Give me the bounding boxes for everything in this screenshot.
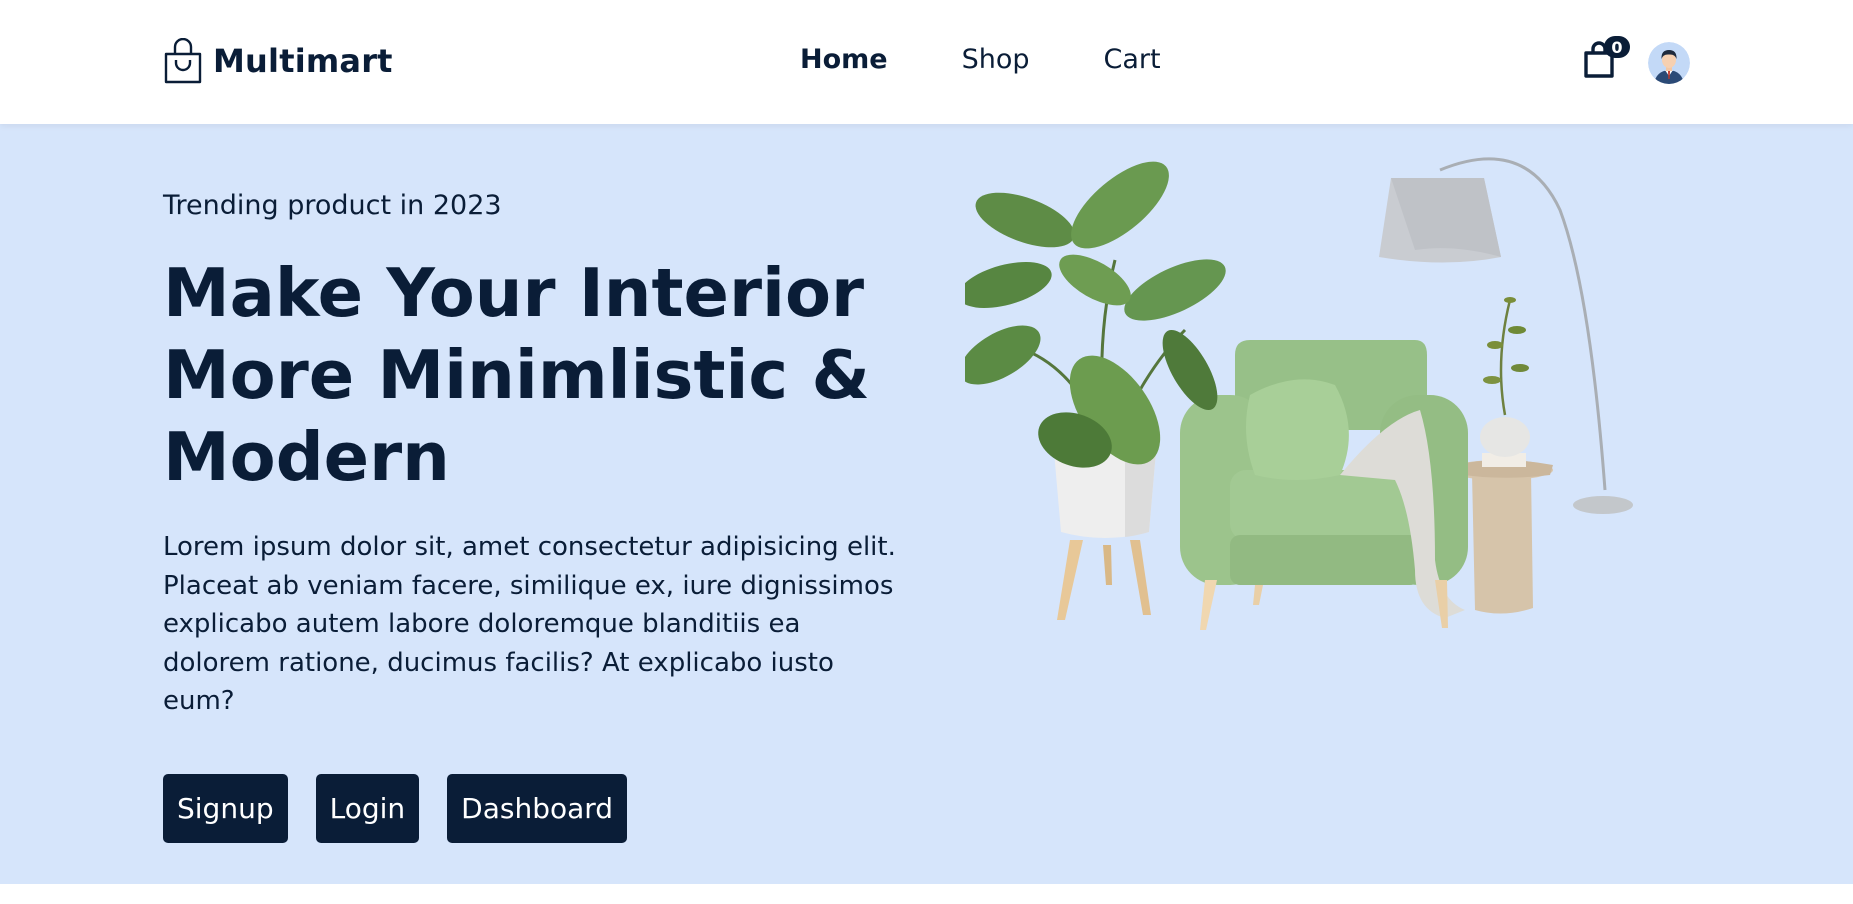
side-table (1472, 473, 1533, 614)
cart-button[interactable]: 0 (1578, 36, 1630, 86)
hero-title: Make Your Interior More Minimlistic & Mo… (163, 254, 870, 496)
nav-home[interactable]: Home (800, 44, 888, 75)
dashboard-button[interactable]: Dashboard (447, 774, 628, 843)
hero-furniture-image (965, 157, 1633, 630)
shopping-bag-icon (164, 38, 202, 84)
cushion (1246, 379, 1349, 480)
site-header: Multimart Home Shop Cart 0 (0, 0, 1853, 124)
user-avatar[interactable] (1648, 42, 1690, 84)
chair-seat (1230, 470, 1420, 540)
main-nav: Home Shop Cart (800, 44, 1161, 75)
hero-subtitle: Trending product in 2023 (163, 190, 502, 221)
plant-leaf (975, 192, 1075, 248)
brand-name: Multimart (213, 42, 393, 80)
nav-cart[interactable]: Cart (1104, 44, 1161, 75)
brand-logo[interactable]: Multimart (163, 38, 393, 84)
signup-button[interactable]: Signup (163, 774, 288, 843)
lamp-base (1573, 496, 1633, 514)
cart-count-badge: 0 (1604, 36, 1630, 58)
login-button[interactable]: Login (315, 774, 420, 843)
vase (1480, 417, 1530, 457)
hero-description: Lorem ipsum dolor sit, amet consectetur … (163, 532, 896, 716)
hero-buttons: Signup Login Dashboard (163, 774, 628, 843)
user-avatar-icon (1648, 42, 1690, 84)
nav-shop[interactable]: Shop (962, 44, 1030, 75)
